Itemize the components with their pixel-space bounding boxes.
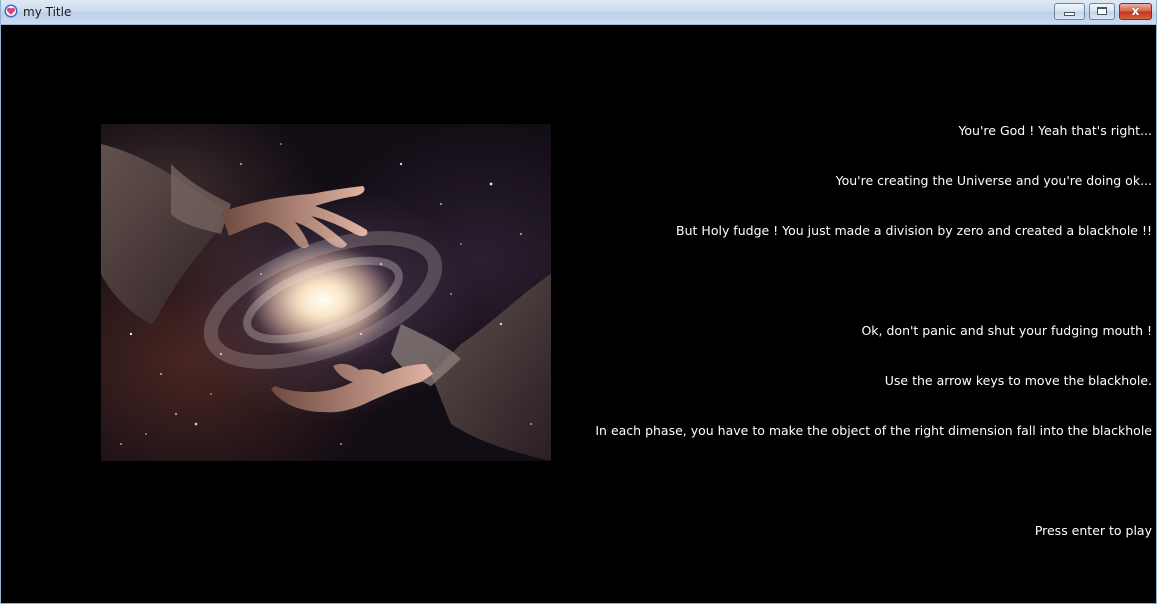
close-icon: x [1131,4,1140,18]
game-canvas[interactable]: You're God ! Yeah that's right... You're… [1,25,1156,601]
title-bar[interactable]: my Title x [1,0,1156,25]
window-title: my Title [23,5,72,19]
app-icon[interactable] [4,4,18,18]
minimize-icon [1064,12,1075,16]
intro-line-5: Use the arrow keys to move the blackhole… [884,373,1152,388]
intro-line-3: But Holy fudge ! You just made a divisio… [676,223,1152,238]
maximize-icon [1097,7,1107,15]
intro-line-1: You're God ! Yeah that's right... [958,123,1152,138]
minimize-button[interactable] [1054,3,1085,20]
close-button[interactable]: x [1119,3,1152,20]
hands-galaxy-illustration [101,143,551,461]
press-enter-prompt: Press enter to play [1034,523,1152,538]
hero-image [101,124,551,461]
intro-line-6: In each phase, you have to make the obje… [595,423,1152,438]
game-window: my Title x You're God ! Yeah that's righ… [0,0,1157,604]
maximize-button[interactable] [1089,3,1115,20]
intro-line-4: Ok, don't panic and shut your fudging mo… [861,323,1152,338]
intro-line-2: You're creating the Universe and you're … [835,173,1152,188]
